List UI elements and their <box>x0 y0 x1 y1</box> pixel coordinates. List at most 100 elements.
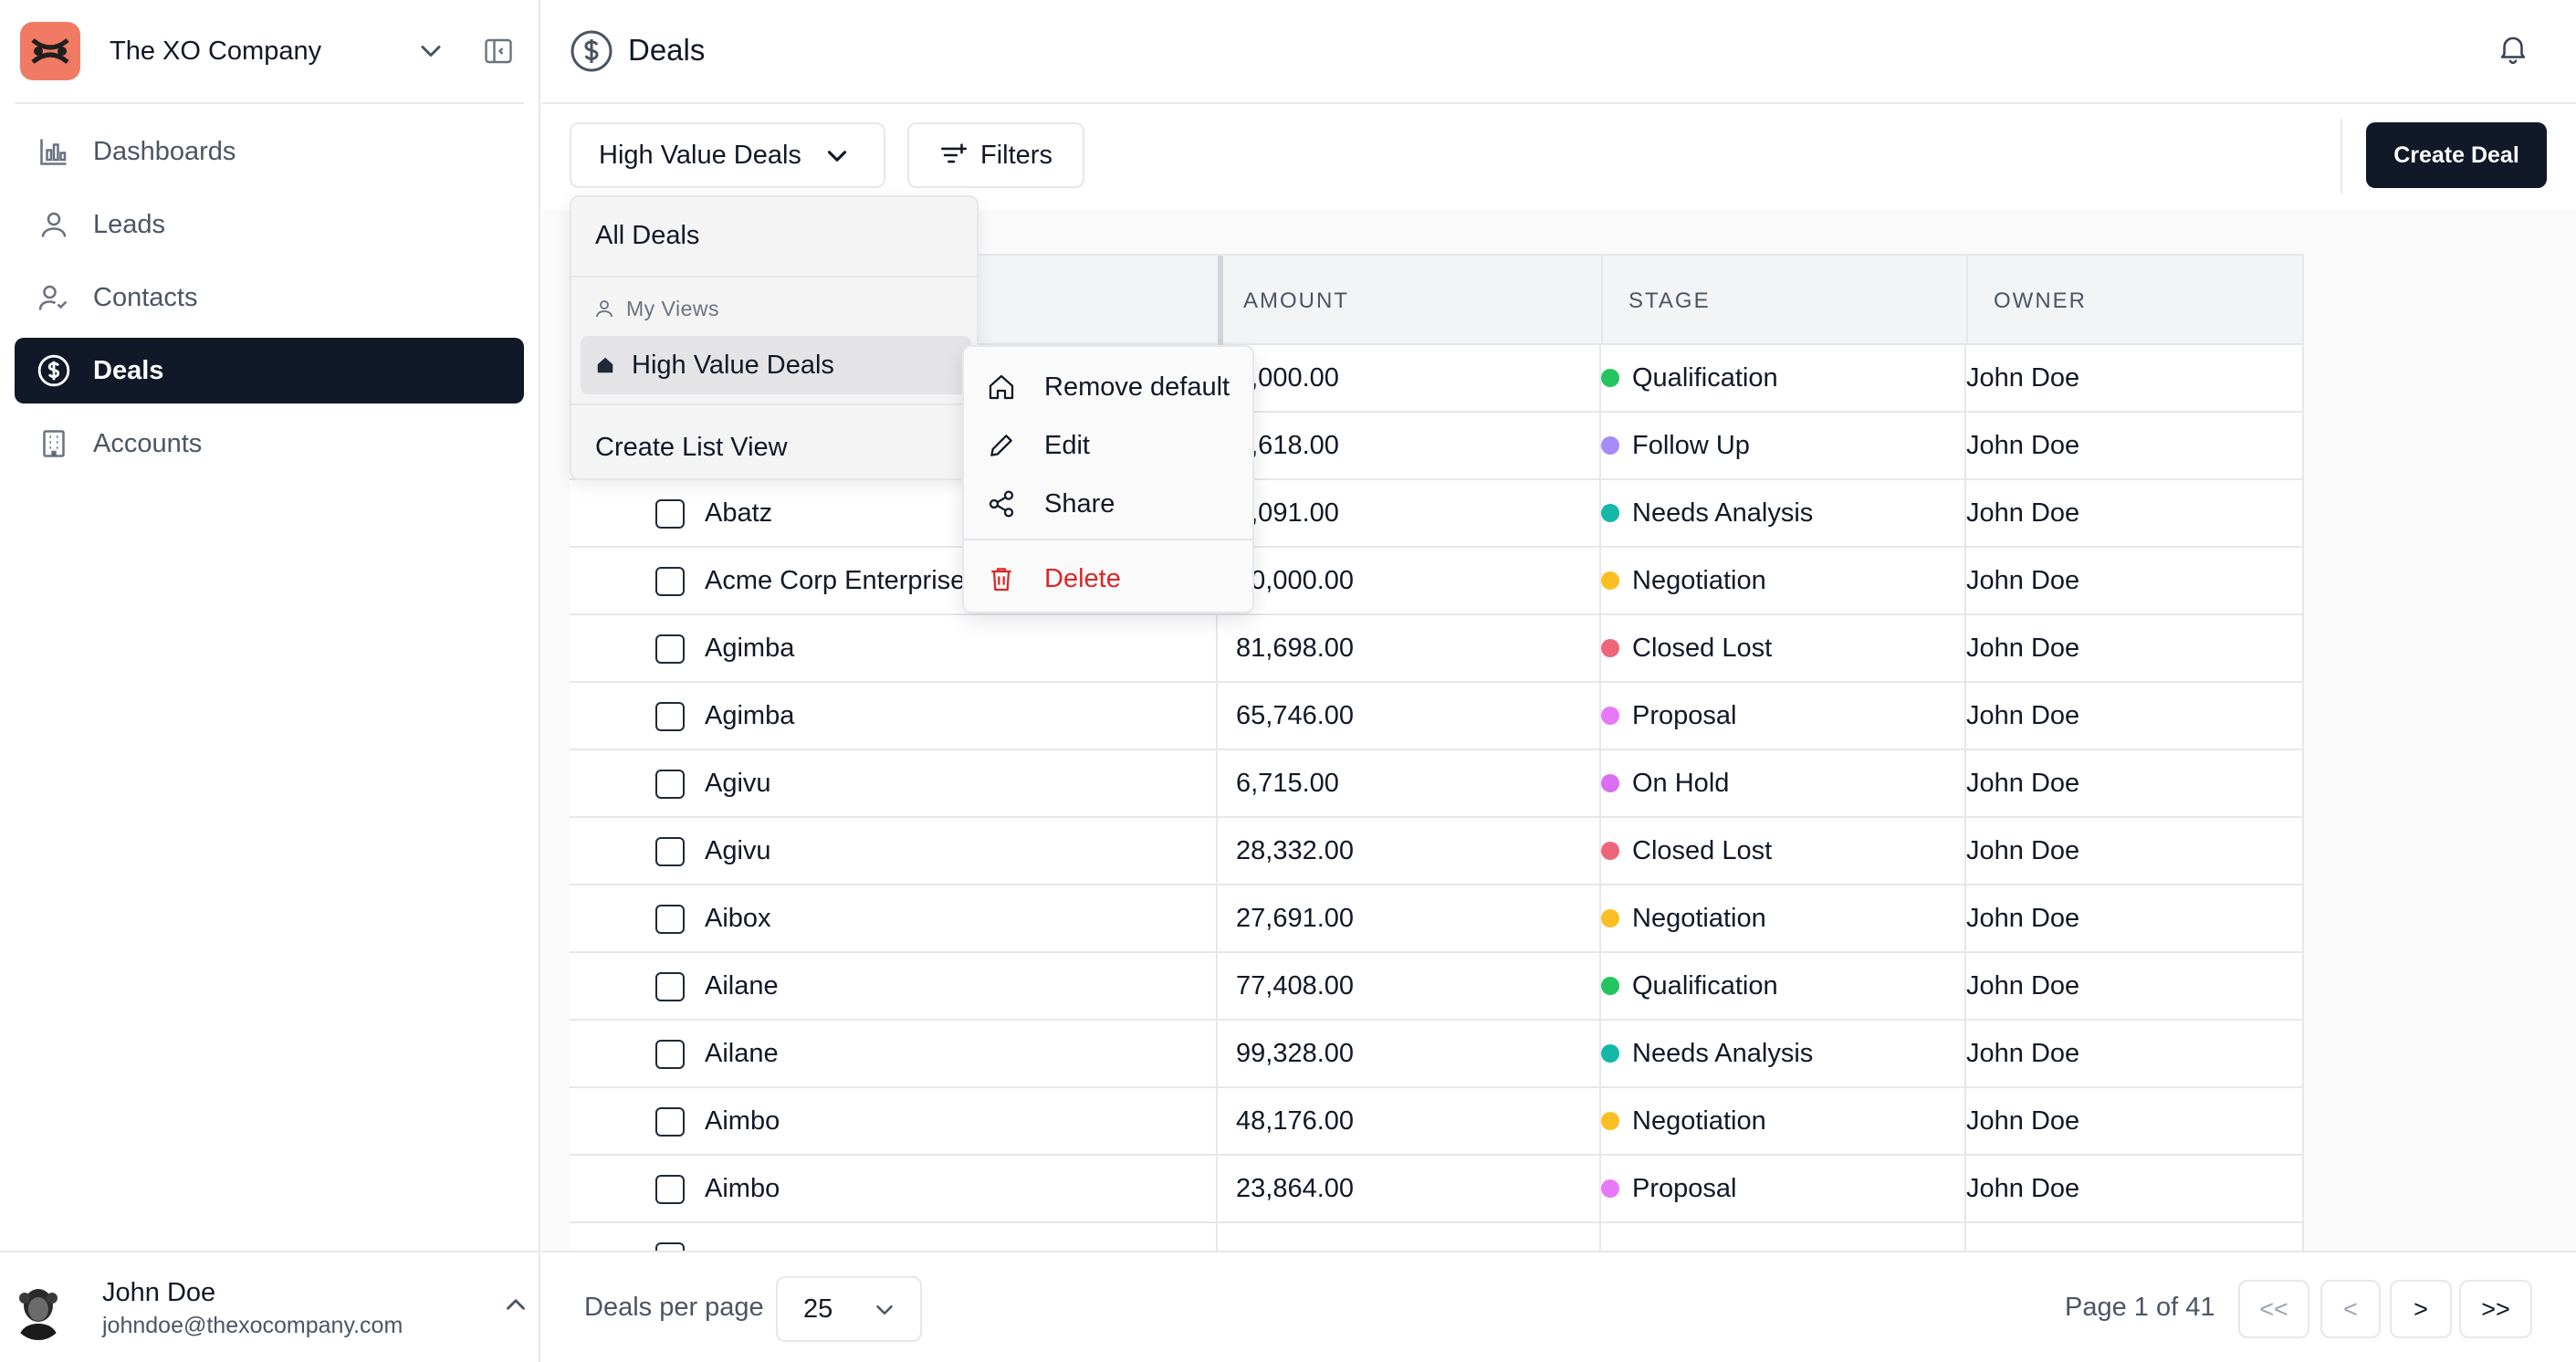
column-divider <box>1966 256 1968 347</box>
table-row[interactable]: Aibox 27,691.00 Negotiation John Doe <box>570 885 2304 953</box>
deal-name: Abatz <box>705 498 773 528</box>
menu-item-create-list-view[interactable]: Create List View <box>571 403 980 480</box>
deal-owner: John Doe <box>1966 835 2080 865</box>
chevron-down-icon[interactable] <box>414 35 447 68</box>
next-page-button[interactable]: > <box>2390 1280 2452 1338</box>
bell-icon[interactable] <box>2496 31 2530 66</box>
menu-item-all-deals[interactable]: All Deals <box>571 197 980 278</box>
first-page-button[interactable]: << <box>2238 1280 2309 1338</box>
column-divider <box>1216 1156 1218 1223</box>
stage-status-dot <box>1601 707 1619 725</box>
row-checkbox[interactable] <box>655 1242 685 1251</box>
row-checkbox[interactable] <box>655 770 685 799</box>
table-row[interactable]: Ailane 99,328.00 Needs Analysis John Doe <box>570 1021 2304 1088</box>
deal-owner: John Doe <box>1966 970 2080 1001</box>
building-icon <box>37 426 71 461</box>
column-divider <box>1601 256 1603 347</box>
column-divider <box>2302 548 2304 615</box>
view-selector[interactable]: High Value Deals <box>570 122 885 188</box>
table-row[interactable]: Agivu 28,332.00 Closed Lost John Doe <box>570 818 2304 885</box>
company-name: The XO Company <box>110 36 322 66</box>
menu-section-my-views: My Views <box>593 290 977 327</box>
row-checkbox[interactable] <box>655 1040 685 1069</box>
row-checkbox[interactable] <box>655 702 685 731</box>
sidebar-item-deals[interactable]: Deals <box>15 338 524 403</box>
deal-stage: Needs Analysis <box>1601 480 1813 546</box>
table-row[interactable]: Agimba 81,698.00 Closed Lost John Doe <box>570 615 2304 683</box>
share-icon <box>986 488 1017 519</box>
dollar-circle-icon <box>37 353 71 388</box>
stage-label: Negotiation <box>1632 903 1766 933</box>
menu-item-share[interactable]: Share <box>964 477 1256 531</box>
stage-label: Negotiation <box>1632 565 1766 595</box>
menu-item-high-value-deals[interactable]: High Value Deals <box>581 336 971 394</box>
company-switcher[interactable]: The XO Company <box>20 22 524 80</box>
column-header-stage[interactable]: STAGE <box>1628 256 1711 347</box>
per-page-select[interactable]: 25 <box>776 1276 922 1342</box>
deal-amount: 27,691.00 <box>1236 903 1355 933</box>
sidebar-item-label: Deals <box>93 355 164 385</box>
sidebar-item-leads[interactable]: Leads <box>15 192 524 257</box>
deal-name: Aimbo <box>705 1105 780 1136</box>
company-logo <box>20 22 80 80</box>
table-row[interactable]: Ailane 77,408.00 Qualification John Doe <box>570 953 2304 1021</box>
sidebar: The XO Company Dashboards Leads Contacts… <box>0 0 540 1362</box>
table-row[interactable]: Agimba 65,746.00 Proposal John Doe <box>570 683 2304 750</box>
deal-name: Aimbo <box>705 1173 780 1203</box>
user-email: johndoe@thexocompany.com <box>102 1313 403 1338</box>
table-row[interactable]: Aimbo 48,176.00 Negotiation John Doe <box>570 1088 2304 1156</box>
column-divider <box>2302 480 2304 548</box>
menu-section-label: My Views <box>626 296 719 320</box>
row-checkbox[interactable] <box>655 499 685 529</box>
menu-item-label: Edit <box>1044 430 1090 460</box>
home-filled-icon <box>597 357 613 373</box>
sidebar-item-contacts[interactable]: Contacts <box>15 265 524 330</box>
deal-stage: Proposal <box>1601 683 1736 749</box>
column-divider <box>1216 885 1218 953</box>
row-checkbox[interactable] <box>655 567 685 596</box>
prev-page-button[interactable]: < <box>2320 1280 2381 1338</box>
table-row[interactable]: Aimbo 23,864.00 Proposal John Doe <box>570 1156 2304 1223</box>
row-checkbox[interactable] <box>655 837 685 866</box>
column-header-owner[interactable]: OWNER <box>1994 256 2087 347</box>
stage-label: On Hold <box>1632 768 1730 798</box>
pencil-icon <box>986 430 1017 461</box>
filters-button[interactable]: Filters <box>907 122 1084 188</box>
deal-amount: 99,328.00 <box>1236 1038 1355 1068</box>
bar-chart-icon <box>37 134 71 169</box>
chevron-up-icon[interactable] <box>500 1289 531 1320</box>
sidebar-item-label: Leads <box>93 209 166 239</box>
sidebar-item-accounts[interactable]: Accounts <box>15 411 524 477</box>
row-checkbox[interactable] <box>655 1175 685 1204</box>
menu-item-label: Remove default <box>1044 372 1230 402</box>
last-page-button[interactable]: >> <box>2459 1280 2532 1338</box>
column-resize-handle[interactable] <box>1218 256 1223 347</box>
sidebar-collapse-icon[interactable] <box>482 35 515 68</box>
menu-item-edit[interactable]: Edit <box>964 418 1256 473</box>
column-divider <box>1599 1223 1601 1251</box>
create-deal-button[interactable]: Create Deal <box>2366 122 2547 188</box>
deal-stage: Qualification <box>1601 345 1778 411</box>
page-indicator: Page 1 of 41 <box>2065 1293 2215 1322</box>
deal-stage: Proposal <box>1601 1156 1736 1221</box>
menu-item-remove-default[interactable]: Remove default <box>964 360 1256 414</box>
stage-status-dot <box>1601 909 1619 927</box>
column-divider <box>2302 413 2304 480</box>
row-checkbox[interactable] <box>655 1107 685 1137</box>
menu-item-delete[interactable]: Delete <box>964 551 1256 606</box>
stage-status-dot <box>1601 639 1619 657</box>
column-header-amount[interactable]: AMOUNT <box>1243 256 1349 347</box>
table-row[interactable]: Acme Corp Enterprise 50,000.00 Negotiation… <box>570 548 2304 615</box>
sidebar-item-dashboards[interactable]: Dashboards <box>15 119 524 184</box>
stage-status-dot <box>1601 1179 1619 1198</box>
row-checkbox[interactable] <box>655 634 685 664</box>
stage-status-dot <box>1601 504 1619 522</box>
deal-owner: John Doe <box>1966 903 2080 933</box>
sidebar-item-label: Dashboards <box>93 136 236 166</box>
stage-label: Needs Analysis <box>1632 498 1814 528</box>
table-row[interactable]: Agivu 6,715.00 On Hold John Doe <box>570 750 2304 818</box>
table-row[interactable]: Abatz 9,091.00 Needs Analysis John Doe <box>570 480 2304 548</box>
row-checkbox[interactable] <box>655 905 685 934</box>
row-checkbox[interactable] <box>655 972 685 1001</box>
user-menu[interactable]: John Doe johndoe@thexocompany.com <box>0 1251 540 1362</box>
